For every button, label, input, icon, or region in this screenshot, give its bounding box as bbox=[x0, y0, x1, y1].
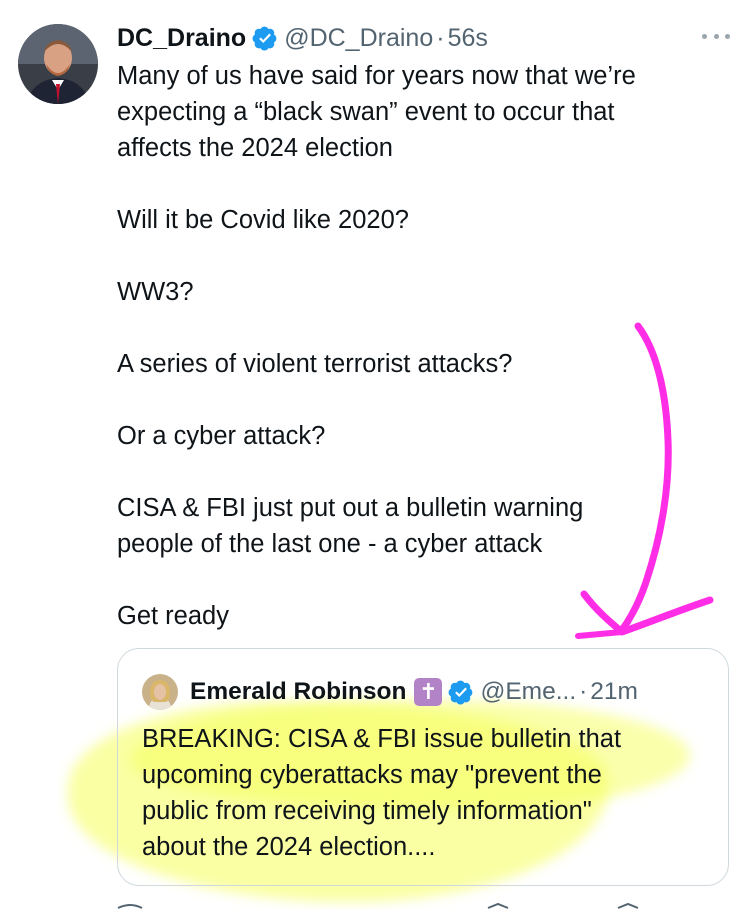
timestamp[interactable]: 56s bbox=[448, 24, 488, 53]
quoted-author-name[interactable]: Emerald Robinson bbox=[190, 678, 406, 706]
action-bar-partial bbox=[117, 902, 639, 909]
quoted-line: about the 2024 election.... bbox=[142, 833, 436, 861]
tweet-line: affects the 2024 election bbox=[117, 134, 393, 162]
tweet-header: DC_Draino @DC_Draino · 56s bbox=[117, 20, 488, 56]
quoted-tweet-header: Emerald Robinson ✝ @Eme... · 21m bbox=[142, 673, 638, 711]
cross-emoji-icon: ✝ bbox=[414, 678, 443, 706]
quoted-line: public from receiving timely information… bbox=[142, 797, 592, 825]
quoted-timestamp[interactable]: 21m bbox=[590, 678, 638, 706]
avatar[interactable] bbox=[18, 24, 98, 104]
quoted-avatar[interactable] bbox=[142, 674, 178, 710]
author-name[interactable]: DC_Draino bbox=[117, 24, 246, 53]
quoted-line: upcoming cyberattacks may "prevent the bbox=[142, 761, 602, 789]
tweet-line: expecting a “black swan” event to occur … bbox=[117, 98, 615, 126]
quoted-line: BREAKING: CISA & FBI issue bulletin that bbox=[142, 725, 622, 753]
verified-badge-icon bbox=[448, 679, 474, 705]
separator-dot: · bbox=[579, 678, 588, 705]
author-handle[interactable]: @DC_Draino bbox=[284, 24, 433, 53]
magenta-arrow-annotation bbox=[575, 322, 714, 639]
verified-badge-icon bbox=[252, 25, 278, 51]
tweet-line: Will it be Covid like 2020? bbox=[117, 206, 409, 234]
tweet-line: WW3? bbox=[117, 278, 194, 306]
quoted-tweet-card[interactable]: Emerald Robinson ✝ @Eme... · 21m BREAKIN… bbox=[117, 648, 729, 886]
quoted-tweet-body: BREAKING: CISA & FBI issue bulletin that… bbox=[142, 721, 702, 865]
separator-dot: · bbox=[436, 23, 445, 52]
tweet-line: Many of us have said for years now that … bbox=[117, 62, 636, 90]
quoted-author-handle[interactable]: @Eme... bbox=[480, 678, 576, 706]
more-options-icon[interactable] bbox=[702, 30, 730, 42]
